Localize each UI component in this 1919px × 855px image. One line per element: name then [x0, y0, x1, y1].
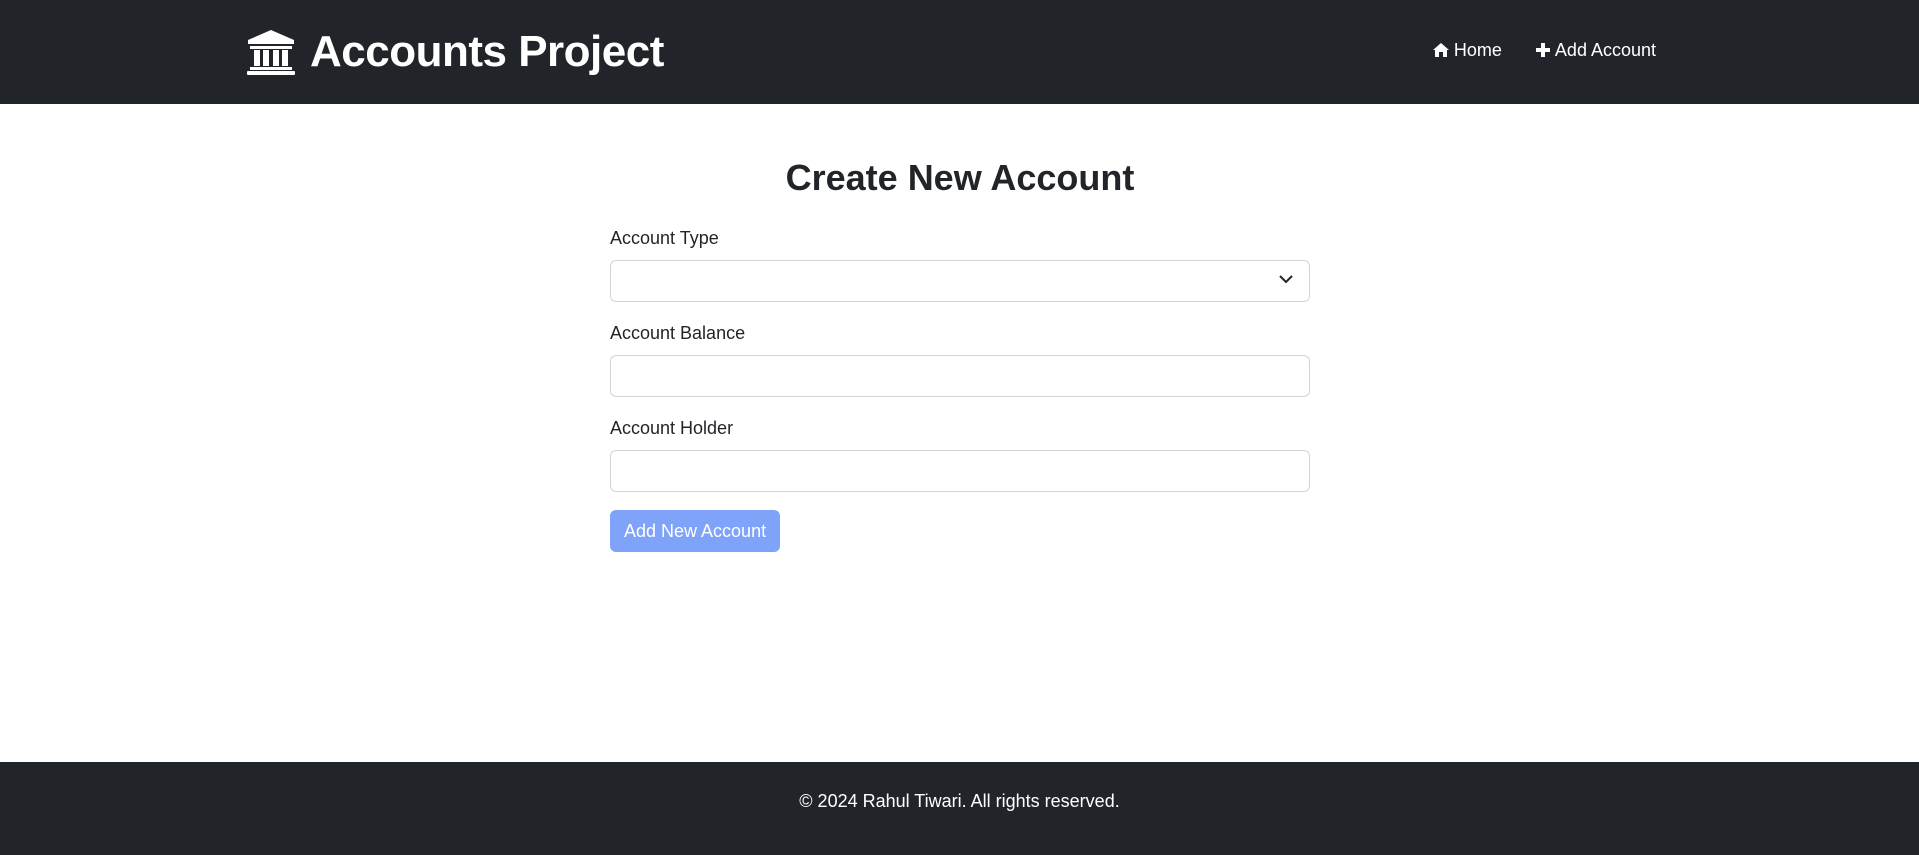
main-content: Create New Account Account Type Account …: [610, 104, 1310, 552]
form-actions: Add New Account: [610, 510, 1310, 552]
page-footer: © 2024 Rahul Tiwari. All rights reserved…: [0, 762, 1919, 855]
nav-home-link[interactable]: Home: [1432, 38, 1502, 62]
account-type-label: Account Type: [610, 228, 719, 248]
bank-icon: [247, 30, 295, 75]
account-type-select[interactable]: [610, 260, 1310, 302]
account-balance-input[interactable]: [610, 355, 1310, 397]
nav-home-label: Home: [1453, 40, 1502, 60]
account-type-group: Account Type: [610, 226, 1310, 302]
top-navbar: Accounts Project Home Add Account: [0, 0, 1919, 104]
create-account-form: Account Type Account Balance Account Hol…: [610, 226, 1310, 552]
account-holder-group: Account Holder: [610, 416, 1310, 492]
account-balance-group: Account Balance: [610, 321, 1310, 397]
page-title: Create New Account: [785, 157, 1135, 198]
chevron-down-icon: [1279, 275, 1293, 284]
account-holder-label: Account Holder: [610, 418, 734, 438]
nav-add-account-label: Add Account: [1554, 40, 1656, 60]
account-balance-label: Account Balance: [610, 323, 746, 343]
brand-link[interactable]: Accounts Project: [246, 26, 664, 78]
brand-title: Accounts Project: [310, 27, 664, 76]
home-icon: [1432, 43, 1449, 57]
footer-copyright: © 2024 Rahul Tiwari. All rights reserved…: [799, 791, 1120, 811]
nav-add-account-link[interactable]: Add Account: [1535, 38, 1656, 62]
plus-icon: [1535, 43, 1550, 57]
add-new-account-button[interactable]: Add New Account: [610, 510, 781, 552]
nav-links: Home Add Account: [1432, 38, 1656, 62]
account-holder-input[interactable]: [610, 450, 1310, 492]
